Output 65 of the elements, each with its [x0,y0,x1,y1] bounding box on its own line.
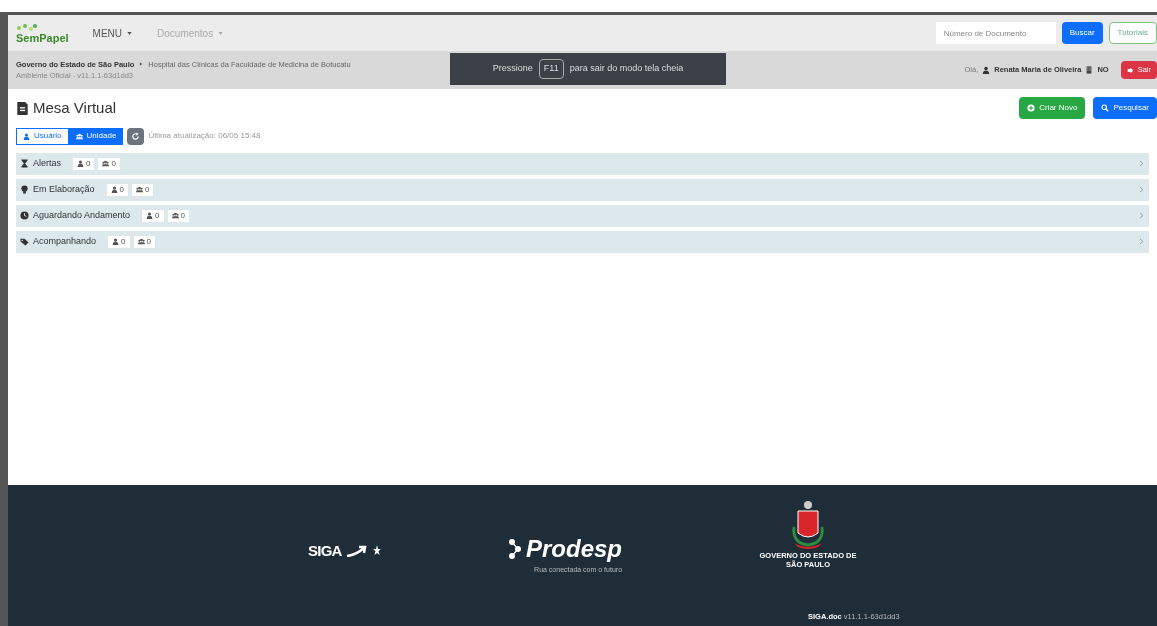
section-header[interactable]: Acompanhando 0 0 [16,230,1149,253]
menu-item[interactable]: MENU [92,25,134,41]
group-icon [171,212,179,219]
section-header[interactable]: Aguardando Andamento 0 0 [16,204,1149,227]
page-title: Mesa Virtual [33,98,117,118]
caret-icon [126,29,134,37]
section-header[interactable]: Em Elaboração 0 0 [16,178,1149,201]
count-text: 0 [155,209,160,222]
menu-item: Documentos [157,25,225,41]
building-icon [1085,66,1094,74]
tags-icon [20,237,29,246]
section-title: Acompanhando [33,234,98,248]
exit-icon [1126,66,1134,74]
filter-toggle[interactable]: Usuário [16,127,69,145]
search-button[interactable]: Buscar [1061,22,1103,44]
count-text: 0 [146,235,151,248]
chevron-icon [1138,238,1145,245]
search-field[interactable]: Número de Documento [935,22,1056,44]
refresh-icon [131,131,141,141]
refresh-button[interactable] [127,127,145,145]
user-icon [23,132,30,140]
count-text: 0 [111,157,116,170]
filter-toggle[interactable]: Unidade [68,127,124,145]
chevron-icon [1138,160,1145,167]
count-text: 0 [145,183,150,196]
count-text: 0 [121,235,126,248]
dots-icon [16,22,38,33]
notice-text: para sair do modo tela cheia [569,62,684,76]
section-title: Aguardando Andamento [33,208,132,222]
create-button[interactable]: Criar Novo [1019,97,1086,120]
chevron-icon [1138,186,1145,193]
count-text: 0 [119,183,124,196]
count-text: 0 [86,157,91,170]
arrow-icon [345,545,368,558]
hourglass-icon [20,159,29,168]
user-icon [77,160,84,167]
user-icon [146,212,154,219]
group-icon [102,160,110,167]
plus-icon [1027,104,1036,113]
siga-text: SIGA [308,541,342,561]
clock-icon [20,211,29,220]
group-icon [75,132,83,140]
dots-icon [508,538,522,560]
caret-icon [217,29,225,37]
document-icon [16,101,29,115]
triangle-icon [138,61,145,68]
notice-text: Pressione [492,62,533,76]
last-update-text: Última atualização: 06/05 15:48 [148,130,261,142]
section-header[interactable]: Alertas 0 0 [16,152,1149,175]
prodesp-logo-text: Prodesp [526,537,623,561]
group-icon [136,186,143,193]
section-title: Alertas [33,156,62,170]
key-label: F11 [538,59,564,79]
lightbulb-icon [20,185,29,194]
user-icon [112,238,120,245]
user-icon [110,186,118,193]
logo[interactable]: SemPapel [16,22,69,44]
chevron-icon [1138,212,1145,219]
count-text: 0 [180,209,185,222]
search-icon [1101,104,1110,113]
search-button[interactable]: Pesquisar [1093,97,1157,120]
section-title: Em Elaboração [33,182,96,196]
group-icon [137,238,145,245]
tutorials-button[interactable]: Tutoriais [1108,22,1157,44]
user-icon [982,66,991,74]
